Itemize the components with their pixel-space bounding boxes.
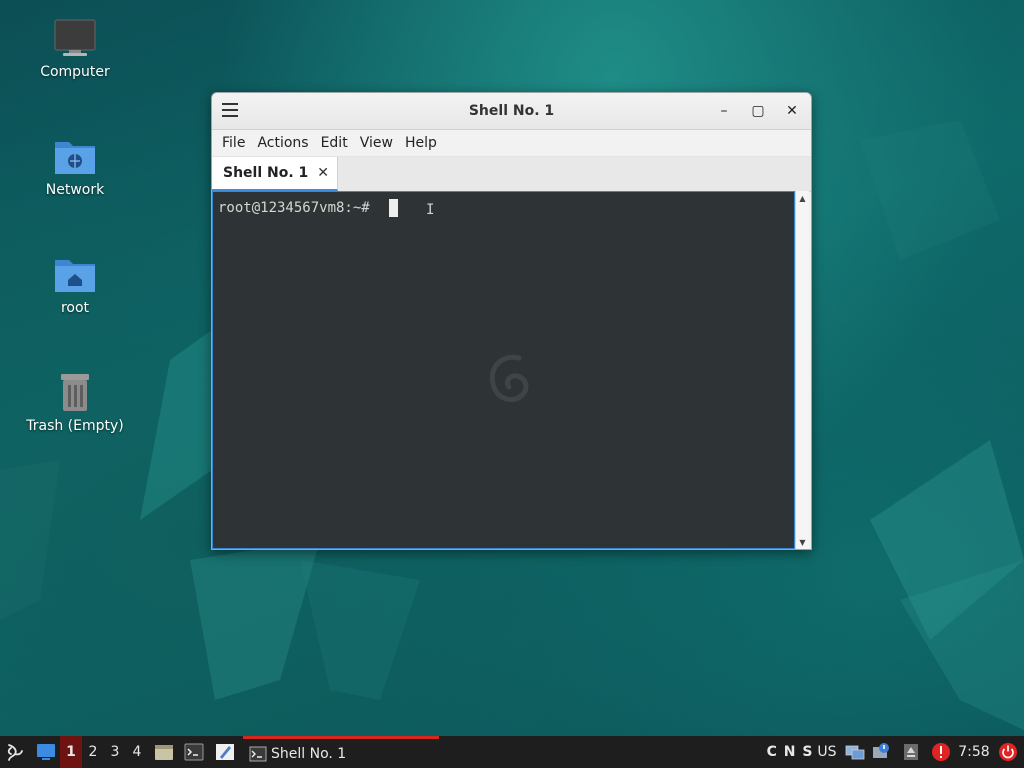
taskbar: 1 2 3 4 Shell No. 1 C N S US 7:58 — [0, 736, 1024, 768]
tab-shell-1[interactable]: Shell No. 1 ✕ — [212, 157, 338, 191]
terminal-window: Shell No. 1 – ▢ ✕ File Actions Edit View… — [211, 92, 812, 550]
power-icon[interactable] — [996, 736, 1020, 768]
tab-close-icon[interactable]: ✕ — [317, 165, 329, 181]
terminal-launcher-icon[interactable] — [182, 736, 206, 768]
taskbar-task-label: Shell No. 1 — [271, 745, 347, 762]
desktop-icon-label: Trash (Empty) — [26, 418, 124, 434]
terminal-icon — [249, 746, 267, 761]
desktop-icon-computer[interactable]: Computer — [20, 18, 130, 80]
menu-file[interactable]: File — [216, 135, 251, 151]
menu-actions[interactable]: Actions — [251, 135, 314, 151]
scroll-down-icon[interactable]: ▼ — [796, 536, 809, 548]
menubar: File Actions Edit View Help — [212, 130, 811, 157]
eject-icon[interactable] — [900, 736, 922, 768]
mouse-ibeam-cursor: I — [426, 202, 435, 218]
menu-help[interactable]: Help — [399, 135, 443, 151]
menu-view[interactable]: View — [354, 135, 399, 151]
scroll-up-icon[interactable]: ▲ — [796, 192, 809, 204]
window-titlebar[interactable]: Shell No. 1 – ▢ ✕ — [212, 93, 811, 130]
computer-icon — [54, 19, 96, 56]
desktop-icon-label: Network — [45, 182, 105, 198]
workspace-4[interactable]: 4 — [126, 736, 148, 768]
network-folder-icon — [55, 142, 95, 174]
terminal-area[interactable]: root@1234567vm8:~# I — [212, 191, 795, 549]
maximize-button[interactable]: ▢ — [748, 101, 768, 121]
notification-icon[interactable] — [870, 736, 892, 768]
update-alert-icon[interactable] — [930, 736, 952, 768]
workspace-2[interactable]: 2 — [82, 736, 104, 768]
taskbar-task-shell[interactable]: Shell No. 1 — [243, 736, 439, 768]
desktop-icon-trash[interactable]: Trash (Empty) — [20, 372, 130, 434]
tab-label: Shell No. 1 — [223, 165, 309, 181]
text-editor-launcher-icon[interactable] — [213, 736, 237, 768]
home-folder-icon — [55, 260, 95, 292]
tray-indicators[interactable]: C N S — [760, 736, 820, 768]
trash-icon — [61, 374, 89, 411]
terminal-prompt: root@1234567vm8:~# — [218, 200, 370, 216]
keyboard-layout[interactable]: US — [814, 736, 840, 768]
show-desktop-icon[interactable] — [34, 736, 58, 768]
network-icon[interactable] — [844, 736, 866, 768]
app-menu-icon[interactable] — [2, 736, 28, 768]
close-button[interactable]: ✕ — [782, 101, 802, 121]
menu-edit[interactable]: Edit — [315, 135, 354, 151]
clock[interactable]: 7:58 — [956, 736, 992, 768]
tab-bar: Shell No. 1 ✕ — [212, 157, 811, 192]
terminal-cursor — [389, 199, 398, 217]
terminal-scrollbar[interactable]: ▲ ▼ — [795, 191, 809, 549]
minimize-button[interactable]: – — [714, 101, 734, 121]
desktop-icon-root[interactable]: root — [20, 254, 130, 316]
desktop-icon-label: Computer — [40, 64, 110, 80]
file-manager-launcher-icon[interactable] — [152, 736, 176, 768]
desktop-icon-network[interactable]: Network — [20, 136, 130, 198]
workspace-1[interactable]: 1 — [60, 736, 82, 768]
debian-swirl-icon — [489, 354, 529, 402]
desktop-icon-label: root — [60, 300, 90, 316]
workspace-3[interactable]: 3 — [104, 736, 126, 768]
